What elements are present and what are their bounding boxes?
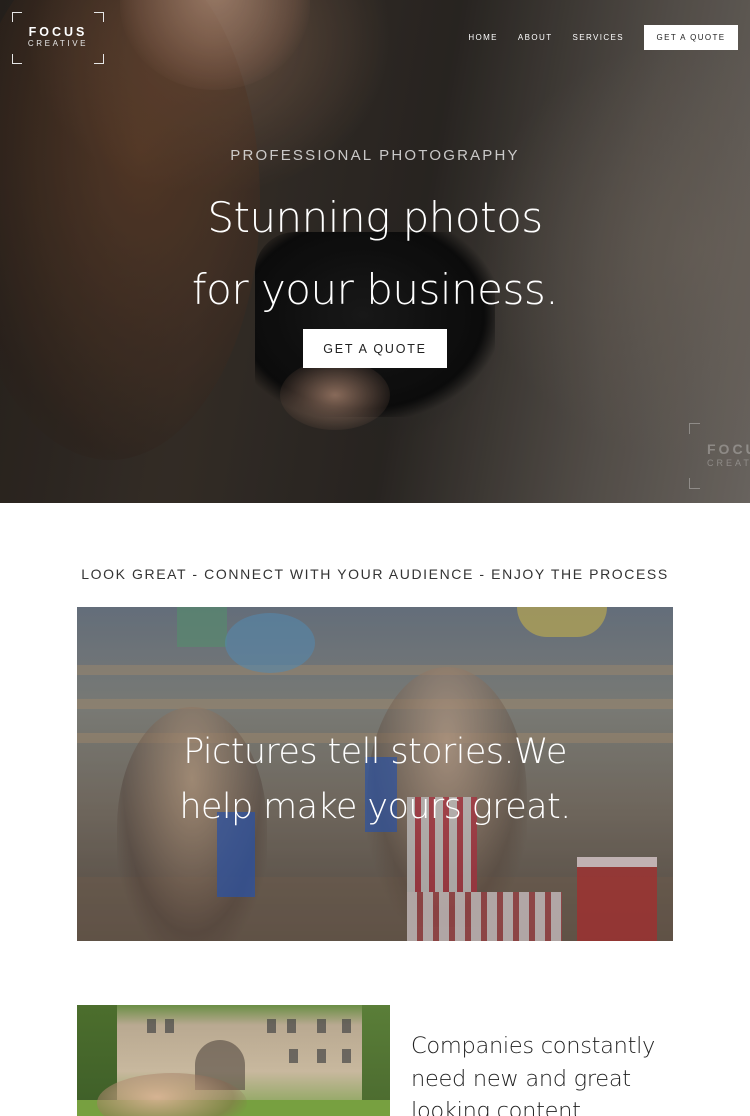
story-heading: Pictures tell stories.We help make yours… [77, 725, 673, 835]
site-logo[interactable]: FOCUS CREATIVE [12, 12, 104, 64]
logo-subname: CREATIVE [27, 39, 89, 48]
hero-title-line: for your business. [191, 265, 559, 314]
companies-heading-line: need new and great [411, 1065, 631, 1092]
main-nav: HOME ABOUT SERVICES GET A QUOTE [468, 25, 738, 50]
watermark-name: FOCUS [707, 441, 750, 457]
logo-corner [12, 54, 22, 64]
photo-window [287, 1019, 296, 1033]
photo-window [289, 1049, 298, 1063]
companies-heading-line: Companies constantly [411, 1033, 656, 1059]
logo-corner [94, 54, 104, 64]
nav-link-services[interactable]: SERVICES [572, 33, 624, 42]
photo-window [342, 1019, 351, 1033]
hero-title: Stunning photos for your business. [0, 182, 750, 326]
hero-section: FOCUS CREATIVE HOME ABOUT SERVICES GET A… [0, 0, 750, 503]
photo-window [317, 1049, 326, 1063]
logo-corner [94, 12, 104, 22]
hero-eyebrow: PROFESSIONAL PHOTOGRAPHY [230, 147, 520, 164]
logo-corner [12, 12, 22, 22]
story-heading-line: help make yours great. [179, 787, 571, 827]
campus-photo [77, 1005, 390, 1116]
nav-link-home[interactable]: HOME [468, 33, 498, 42]
logo-name: FOCUS [28, 25, 88, 39]
hero-get-a-quote-button[interactable]: GET A QUOTE [303, 329, 447, 368]
tagline: LOOK GREAT - CONNECT WITH YOUR AUDIENCE … [81, 566, 669, 582]
nav-link-about[interactable]: ABOUT [518, 33, 553, 42]
photo-window [267, 1019, 276, 1033]
nav-get-a-quote-button[interactable]: GET A QUOTE [644, 25, 738, 50]
companies-heading-line: looking content [411, 1098, 581, 1116]
story-image-banner: Pictures tell stories.We help make yours… [77, 607, 673, 941]
watermark-subname: CREATIVE [707, 458, 750, 468]
watermark-corner [689, 478, 700, 489]
photo-window [342, 1049, 351, 1063]
photo-window [165, 1019, 174, 1033]
companies-heading: Companies constantly need new and great … [411, 1030, 691, 1116]
hero-title-line: Stunning photos [207, 193, 543, 242]
story-heading-line: Pictures tell stories.We [183, 732, 567, 772]
hero-watermark-logo: FOCUS CREATIVE [689, 423, 750, 489]
photo-window [317, 1019, 326, 1033]
photo-window [147, 1019, 156, 1033]
watermark-corner [689, 423, 700, 434]
